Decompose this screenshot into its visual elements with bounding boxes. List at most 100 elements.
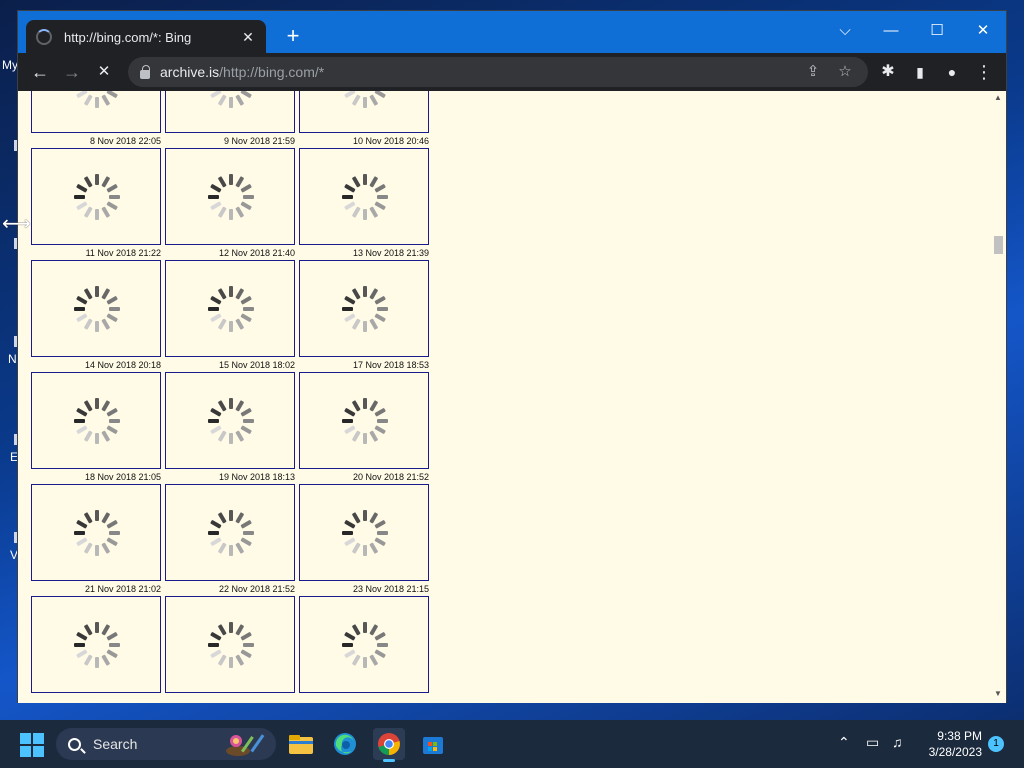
snapshot-thumbnail[interactable] — [31, 148, 161, 245]
loading-spinner-icon — [208, 398, 254, 444]
snapshot-thumbnail[interactable] — [31, 484, 161, 581]
resize-cursor-icon: ⟷ — [2, 213, 31, 235]
address-bar[interactable]: archive.is /http://bing.com/* ⇪ ☆ — [128, 57, 868, 87]
search-label: Search — [93, 736, 138, 752]
loading-spinner-icon — [210, 91, 252, 108]
snapshot-date-link[interactable]: 14 Nov 2018 20:18 — [31, 360, 161, 370]
active-app-indicator — [383, 759, 395, 762]
network-icon[interactable]: ▭ — [866, 734, 879, 751]
snapshot-thumbnail[interactable] — [31, 91, 161, 133]
start-button[interactable] — [20, 733, 44, 757]
snapshot-thumbnail[interactable] — [31, 372, 161, 469]
extensions-icon[interactable]: ✱ — [874, 58, 902, 86]
desktop-icon-label: My — [2, 58, 18, 72]
snapshot-date-link[interactable]: 20 Nov 2018 21:52 — [299, 472, 429, 482]
active-tab[interactable]: http://bing.com/*: Bing ✕ — [26, 20, 266, 54]
snapshot-thumbnail[interactable] — [165, 596, 295, 693]
scroll-up-arrow-icon[interactable]: ▲ — [993, 93, 1003, 102]
bookmark-star-icon[interactable]: ☆ — [832, 58, 858, 86]
loading-spinner-icon — [74, 510, 120, 556]
share-icon[interactable]: ⇪ — [800, 58, 826, 86]
close-window-button[interactable]: ✕ — [960, 17, 1006, 45]
page-content: 8 Nov 2018 22:05 9 Nov 2018 21:59 10 Nov 2… — [18, 91, 1006, 703]
loading-spinner-icon — [208, 622, 254, 668]
clock-date: 3/28/2023 — [928, 745, 982, 759]
tab-search-button[interactable]: ⌵ — [822, 17, 868, 45]
taskbar: Search ⌃ ▭ ♫ 9:38 PM 3/28/2023 — [0, 720, 1024, 768]
snapshot-thumbnail[interactable] — [31, 260, 161, 357]
browser-window: http://bing.com/*: Bing ✕ + ⌵ — ☐ ✕ ← → … — [17, 10, 1007, 703]
tab-close-icon[interactable]: ✕ — [240, 29, 256, 46]
snapshot-date-link[interactable]: 23 Nov 2018 21:15 — [299, 584, 429, 594]
loading-spinner-icon — [74, 622, 120, 668]
snapshot-date-link[interactable]: 22 Nov 2018 21:52 — [165, 584, 295, 594]
chrome-browser-icon[interactable] — [373, 728, 405, 762]
snapshot-date-link[interactable]: 10 Nov 2018 20:46 — [299, 136, 429, 146]
loading-spinner-icon — [208, 286, 254, 332]
snapshot-thumbnail[interactable] — [299, 372, 429, 469]
snapshot-date-link[interactable]: 15 Nov 2018 18:02 — [165, 360, 295, 370]
loading-spinner-icon — [74, 398, 120, 444]
snapshot-date-link[interactable]: 17 Nov 2018 18:53 — [299, 360, 429, 370]
minimize-button[interactable]: — — [868, 17, 914, 45]
snapshot-date-link[interactable]: 8 Nov 2018 22:05 — [31, 136, 161, 146]
loading-spinner-icon — [36, 29, 52, 45]
microsoft-store-icon[interactable] — [417, 728, 449, 760]
menu-icon[interactable]: ⋮ — [970, 58, 998, 86]
browser-toolbar: ← → ✕ archive.is /http://bing.com/* ⇪ ☆ … — [18, 53, 1006, 91]
snapshot-thumbnail[interactable] — [299, 91, 429, 133]
snapshot-thumbnail[interactable] — [165, 484, 295, 581]
snapshot-date-link[interactable]: 9 Nov 2018 21:59 — [165, 136, 295, 146]
maximize-button[interactable]: ☐ — [914, 17, 960, 45]
lock-icon[interactable] — [140, 64, 150, 79]
snapshot-thumbnail[interactable] — [165, 260, 295, 357]
snapshot-date-link[interactable]: 13 Nov 2018 21:39 — [299, 248, 429, 258]
loading-spinner-icon — [342, 174, 388, 220]
snapshot-thumbnail[interactable] — [299, 148, 429, 245]
loading-spinner-icon — [342, 622, 388, 668]
title-bar: http://bing.com/*: Bing ✕ + ⌵ — ☐ ✕ — [18, 11, 1006, 54]
system-clock[interactable]: 9:38 PM 3/28/2023 — [922, 728, 982, 760]
volume-icon[interactable]: ♫ — [892, 734, 903, 750]
loading-spinner-icon — [344, 91, 386, 108]
new-tab-button[interactable]: + — [280, 23, 306, 49]
search-icon — [68, 737, 81, 751]
snapshot-date-link[interactable]: 19 Nov 2018 18:13 — [165, 472, 295, 482]
loading-spinner-icon — [74, 286, 120, 332]
side-panel-icon[interactable]: ▮ — [906, 58, 934, 86]
vertical-scrollbar[interactable]: ▲ ▼ — [990, 91, 1006, 703]
loading-spinner-icon — [342, 398, 388, 444]
loading-spinner-icon — [74, 174, 120, 220]
snapshot-date-link[interactable]: 21 Nov 2018 21:02 — [31, 584, 161, 594]
scroll-down-arrow-icon[interactable]: ▼ — [993, 689, 1003, 698]
show-hidden-icons-chevron-icon[interactable]: ⌃ — [838, 734, 850, 751]
loading-spinner-icon — [76, 91, 118, 108]
snapshot-date-link[interactable]: 12 Nov 2018 21:40 — [165, 248, 295, 258]
snapshot-thumbnail[interactable] — [165, 148, 295, 245]
notification-badge[interactable]: 1 — [988, 736, 1004, 752]
search-highlight-illustration-icon — [226, 734, 265, 756]
loading-spinner-icon — [208, 510, 254, 556]
profile-icon[interactable]: ● — [938, 58, 966, 86]
url-domain: archive.is — [160, 64, 220, 80]
snapshot-date-link[interactable]: 18 Nov 2018 21:05 — [31, 472, 161, 482]
scrollbar-thumb[interactable] — [994, 236, 1003, 254]
back-button[interactable]: ← — [26, 58, 54, 86]
clock-time: 9:38 PM — [937, 729, 982, 743]
file-explorer-icon[interactable] — [285, 728, 317, 760]
loading-spinner-icon — [342, 286, 388, 332]
desktop-icon-label: N — [8, 352, 17, 366]
snapshot-thumbnail[interactable] — [299, 596, 429, 693]
snapshot-thumbnail[interactable] — [165, 372, 295, 469]
url-path: /http://bing.com/* — [219, 64, 325, 80]
forward-button[interactable]: → — [58, 58, 86, 86]
loading-spinner-icon — [208, 174, 254, 220]
stop-loading-button[interactable]: ✕ — [90, 58, 118, 86]
snapshot-thumbnail[interactable] — [165, 91, 295, 133]
snapshot-thumbnail[interactable] — [299, 484, 429, 581]
snapshot-thumbnail[interactable] — [31, 596, 161, 693]
edge-browser-icon[interactable] — [329, 728, 361, 760]
tab-title: http://bing.com/*: Bing — [64, 29, 192, 45]
snapshot-date-link[interactable]: 11 Nov 2018 21:22 — [31, 248, 161, 258]
snapshot-thumbnail[interactable] — [299, 260, 429, 357]
